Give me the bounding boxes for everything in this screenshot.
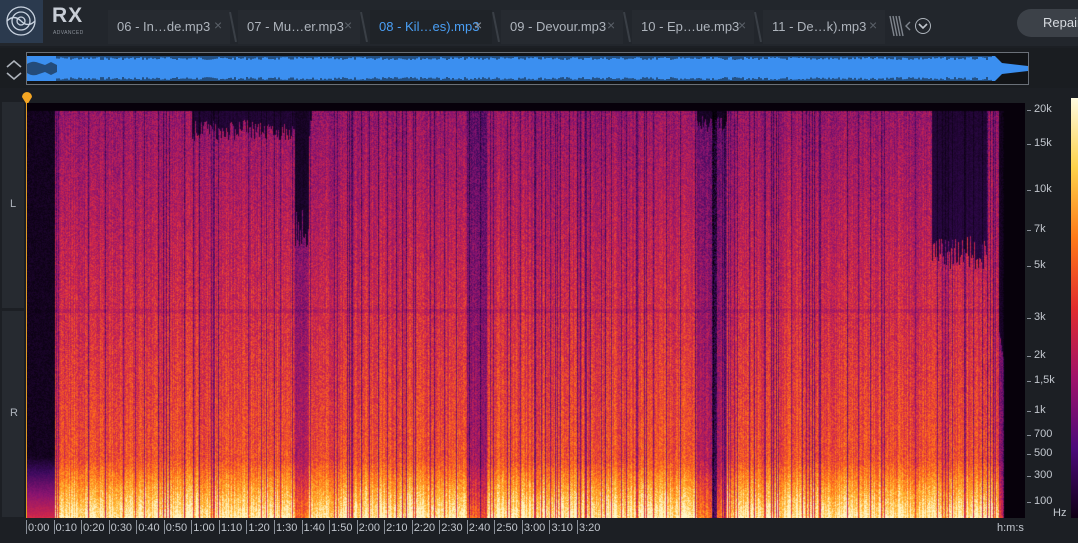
channel-strip: L R (2, 102, 24, 517)
freq-tick: 20k (1027, 103, 1052, 115)
tab-07[interactable]: 07 - Mu…er.mp3 × (238, 10, 360, 44)
time-tick: 0:30 (108, 520, 133, 534)
freq-tick: 5k (1027, 259, 1046, 271)
chevron-down-icon (918, 23, 928, 30)
tab-label: 08 - Kil…es).mp3 (379, 19, 480, 34)
time-tick: 1:50 (329, 520, 353, 534)
close-icon[interactable]: × (738, 17, 746, 33)
app-name: RX (52, 4, 84, 27)
time-tick: 0:40 (136, 520, 160, 534)
freq-tick: 300 (1026, 469, 1053, 481)
close-icon[interactable]: × (607, 17, 615, 33)
time-unit: h:m:s (997, 522, 1024, 534)
time-tick: 1:30 (273, 520, 298, 534)
tab-divider (229, 12, 237, 42)
freq-tick: 1,5k (1027, 374, 1055, 386)
close-icon[interactable]: × (474, 17, 482, 33)
freq-tick: 1k (1027, 404, 1046, 416)
tab-divider (754, 12, 762, 42)
tab-11[interactable]: 11 - De…k).mp3 × (763, 10, 885, 44)
time-tick: 2:00 (356, 520, 381, 534)
time-tick: 3:00 (521, 520, 546, 534)
freq-tick: 2k (1027, 349, 1046, 361)
tab-overflow-icon[interactable] (888, 14, 912, 38)
freq-tick: 700 (1026, 428, 1053, 440)
close-icon[interactable]: × (344, 17, 352, 33)
freq-tick: 10k (1027, 183, 1052, 195)
time-tick: 1:20 (246, 520, 270, 534)
repair-button[interactable]: Repair (1017, 9, 1078, 37)
zoom-stepper-icon[interactable] (5, 58, 23, 82)
freq-tick: 7k (1027, 223, 1046, 235)
freq-tick: 3k (1027, 311, 1046, 323)
time-tick: 2:10 (384, 520, 408, 534)
freq-tick: 100 (1026, 495, 1053, 507)
tab-label: 06 - In…de.mp3 (117, 19, 211, 34)
time-tick: 2:20 (411, 520, 436, 534)
time-tick: 0:00 (25, 520, 50, 534)
time-tick: 1:10 (218, 520, 243, 534)
frequency-axis: 20k 15k 10k 7k 5k 3k 2k 1,5k 1k 700 500 … (1026, 98, 1070, 518)
top-bar: RX ADVANCED 06 - In…de.mp3 × 07 - Mu…er.… (0, 0, 1078, 46)
rx-logo-icon[interactable] (0, 0, 43, 43)
time-tick: 1:00 (191, 520, 215, 534)
tab-label: 11 - De…k).mp3 (772, 19, 867, 34)
tab-divider (623, 12, 631, 42)
tab-divider (360, 12, 368, 42)
tab-divider (492, 12, 500, 42)
tab-06[interactable]: 06 - In…de.mp3 × (108, 10, 230, 44)
tab-08[interactable]: 08 - Kil…es).mp3 × (370, 10, 492, 44)
spectrogram[interactable] (27, 103, 1025, 518)
time-tick: 0:20 (81, 520, 105, 534)
frequency-unit: Hz (1053, 507, 1067, 519)
tab-label: 07 - Mu…er.mp3 (247, 19, 344, 34)
close-icon[interactable]: × (214, 17, 222, 33)
time-tick: 3:20 (576, 520, 601, 534)
close-icon[interactable]: × (869, 17, 877, 33)
waveform-overview[interactable] (26, 52, 1029, 85)
freq-tick: 15k (1027, 137, 1052, 149)
tab-10[interactable]: 10 - Ep…ue.mp3 × (632, 10, 754, 44)
color-scale-bar (1071, 98, 1078, 518)
playhead-line (26, 103, 27, 518)
tab-label: 09 - Devour.mp3 (510, 19, 607, 34)
freq-tick: 500 (1026, 447, 1053, 459)
time-tick: 0:50 (163, 520, 188, 534)
repair-button-label: Repair (1043, 15, 1078, 30)
channel-left-label: L (10, 198, 17, 210)
time-tick: 2:50 (494, 520, 518, 534)
time-tick: 1:40 (301, 520, 325, 534)
time-tick: 0:10 (53, 520, 77, 534)
tab-label: 10 - Ep…ue.mp3 (641, 19, 740, 34)
time-tick: 2:30 (439, 520, 463, 534)
app-edition: ADVANCED (53, 30, 84, 36)
time-axis[interactable]: 0:00 0:10 0:20 0:30 0:40 0:50 1:00 1:10 1:20 1:30… (25, 518, 1036, 543)
tab-09[interactable]: 09 - Devour.mp3 × (501, 10, 623, 44)
channel-right-label: R (10, 407, 18, 419)
time-tick: 2:40 (466, 520, 491, 534)
time-tick: 3:10 (549, 520, 573, 534)
tabs-dropdown-button[interactable] (915, 18, 931, 34)
